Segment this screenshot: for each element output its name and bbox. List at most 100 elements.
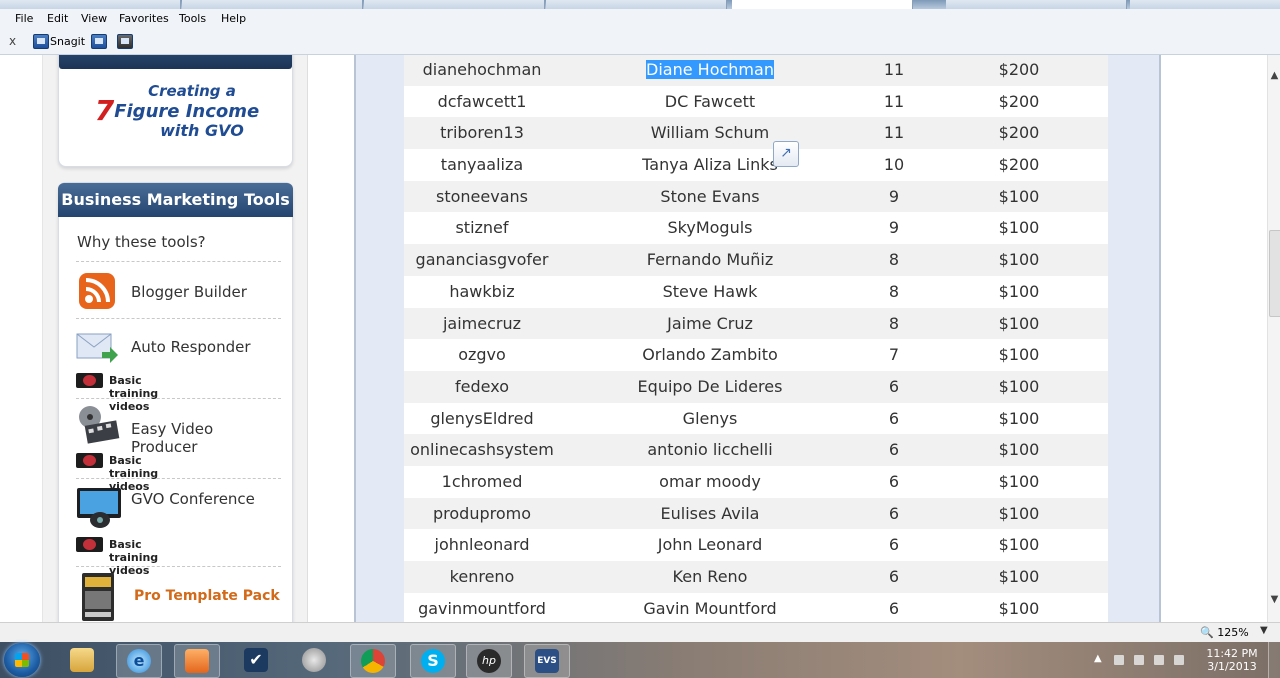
username-cell: hawkbiz — [404, 282, 560, 301]
username-cell: tanyaaliza — [404, 155, 560, 174]
power-icon[interactable] — [1134, 655, 1144, 665]
table-row: hawkbiz Steve Hawk 8 $100 — [404, 275, 1108, 308]
referral-count-cell: 9 — [844, 187, 944, 206]
username-cell: jaimecruz — [404, 314, 560, 333]
scroll-thumb[interactable] — [1269, 230, 1280, 317]
template-box-icon — [76, 571, 118, 621]
username-cell: johnleonard — [404, 535, 560, 554]
taskbar-chrome[interactable] — [350, 644, 396, 678]
taskbar-hp[interactable]: hp — [466, 644, 512, 678]
prize-amount-cell-text: $200 — [998, 123, 1040, 143]
member-name-cell-text: omar moody — [659, 471, 761, 491]
menu-tools[interactable]: Tools — [179, 12, 206, 25]
menu-favorites[interactable]: Favorites — [119, 12, 169, 25]
prize-amount-cell: $100 — [964, 345, 1074, 364]
prize-amount-cell: $100 — [964, 314, 1074, 333]
sidebar-item-label: Pro Template Pack — [134, 588, 280, 604]
snagit-capture-icon[interactable] — [91, 34, 107, 49]
show-desktop-button[interactable] — [1268, 642, 1280, 678]
sidebar-item-pro-template-pack[interactable]: Pro Template Pack — [76, 569, 281, 622]
username-cell-text: tanyaaliza — [440, 155, 524, 175]
referral-count-cell: 6 — [844, 472, 944, 491]
vertical-scrollbar[interactable]: ▲ ▼ — [1267, 55, 1280, 622]
gvo-promo-panel[interactable]: Creating a 7Figure Income with GVO — [58, 55, 293, 167]
table-row: glenysEldred Glenys 6 $100 — [404, 402, 1108, 435]
taskbar-media-player[interactable] — [174, 644, 220, 678]
prize-amount-cell-text: $200 — [998, 60, 1040, 79]
flag-icon[interactable] — [1114, 655, 1124, 665]
menu-file[interactable]: File — [15, 12, 33, 25]
referral-count-cell-text: 11 — [883, 60, 905, 79]
referral-count-cell: 6 — [844, 377, 944, 396]
referral-count-cell: 8 — [844, 314, 944, 333]
referral-count-cell-text: 6 — [888, 440, 900, 460]
prize-amount-cell-text: $100 — [998, 345, 1040, 365]
username-cell-text: 1chromed — [441, 471, 523, 491]
prize-amount-cell: $200 — [964, 155, 1074, 174]
member-name-cell-text: Gavin Mountford — [643, 598, 777, 618]
close-toolbar-icon[interactable]: x — [9, 34, 16, 48]
sidebar-item-label: Easy Video Producer — [131, 420, 214, 456]
snagit-button[interactable]: Snagit — [50, 35, 85, 48]
username-cell-text: dcfawcett1 — [437, 91, 527, 111]
sidebar-item-easy-video-producer[interactable]: Easy Video Producer Basic training video… — [76, 400, 281, 493]
taskbar-checkmark-app[interactable]: ✔ — [234, 644, 278, 676]
table-row: gavinmountford Gavin Mountford 6 $100 — [404, 592, 1108, 622]
tab-active[interactable] — [732, 0, 913, 9]
taskbar-network-tool[interactable] — [292, 644, 336, 676]
prize-amount-cell: $200 — [964, 123, 1074, 142]
tab[interactable] — [946, 0, 1127, 9]
referral-count-cell: 11 — [844, 60, 944, 79]
taskbar-file-explorer[interactable] — [60, 644, 104, 676]
network-icon[interactable] — [1154, 655, 1164, 665]
why-tools-link[interactable]: Why these tools? — [77, 233, 206, 251]
snagit-icon[interactable] — [33, 34, 49, 49]
checkmark-icon: ✔ — [244, 648, 268, 672]
scroll-up-icon[interactable]: ▲ — [1268, 69, 1280, 83]
tab[interactable] — [182, 0, 363, 9]
tab[interactable] — [1130, 0, 1280, 9]
taskbar-internet-explorer[interactable]: e — [116, 644, 162, 678]
member-name-cell: Glenys — [610, 409, 810, 428]
popout-icon[interactable]: ↗ — [773, 141, 799, 167]
tab[interactable] — [546, 0, 727, 9]
referral-count-cell-text: 6 — [888, 598, 900, 618]
sidebar-item-gvo-conference[interactable]: GVO Conference Basic training videos — [76, 480, 281, 577]
member-name-cell-text: Diane Hochman — [646, 60, 774, 79]
tab[interactable] — [0, 0, 181, 9]
prize-amount-cell: $100 — [964, 535, 1074, 554]
username-cell-text: johnleonard — [434, 535, 530, 555]
prize-amount-cell: $200 — [964, 92, 1074, 111]
why-tools-row: Why these tools? — [76, 221, 281, 262]
zoom-level[interactable]: 🔍 125% — [1200, 626, 1249, 639]
sidebar-item-blogger-builder[interactable]: Blogger Builder — [76, 263, 281, 319]
tab[interactable] — [364, 0, 545, 9]
sidebar-item-auto-responder[interactable]: Auto Responder Basic training videos — [76, 320, 281, 413]
username-cell: stiznef — [404, 218, 560, 237]
zoom-dropdown-icon[interactable]: ▼ — [1260, 625, 1268, 636]
show-hidden-icons-icon[interactable]: ▲ — [1094, 653, 1102, 664]
menu-edit[interactable]: Edit — [47, 12, 68, 25]
member-name-cell-text: DC Fawcett — [664, 91, 756, 111]
menu-bar: File Edit View Favorites Tools Help — [0, 9, 1280, 30]
scroll-down-icon[interactable]: ▼ — [1268, 593, 1280, 607]
seven-figure-income-logo[interactable]: Creating a 7Figure Income with GVO — [77, 82, 277, 140]
start-button[interactable] — [4, 643, 40, 677]
menu-view[interactable]: View — [81, 12, 107, 25]
member-name-cell: Diane Hochman — [610, 60, 810, 79]
member-name-cell: Orlando Zambito — [610, 345, 810, 364]
snagit-editor-icon[interactable] — [117, 34, 133, 49]
referral-count-cell: 6 — [844, 535, 944, 554]
referral-count-cell: 7 — [844, 345, 944, 364]
taskbar-evs[interactable]: EVS — [524, 644, 570, 678]
taskbar-skype[interactable]: S — [410, 644, 456, 678]
member-name-cell: Fernando Muñiz — [610, 250, 810, 269]
menu-help[interactable]: Help — [221, 12, 246, 25]
leaderboard-table: dianehochman Diane Hochman 11 $200 dcfawcett… — [404, 55, 1108, 622]
username-cell-text: dianehochman — [422, 60, 542, 79]
username-cell: 1chromed — [404, 472, 560, 491]
panel-top-bar — [59, 55, 292, 69]
volume-icon[interactable] — [1174, 655, 1184, 665]
taskbar-clock[interactable]: 11:42 PM 3/1/2013 — [1206, 647, 1258, 673]
referral-count-cell: 11 — [844, 123, 944, 142]
